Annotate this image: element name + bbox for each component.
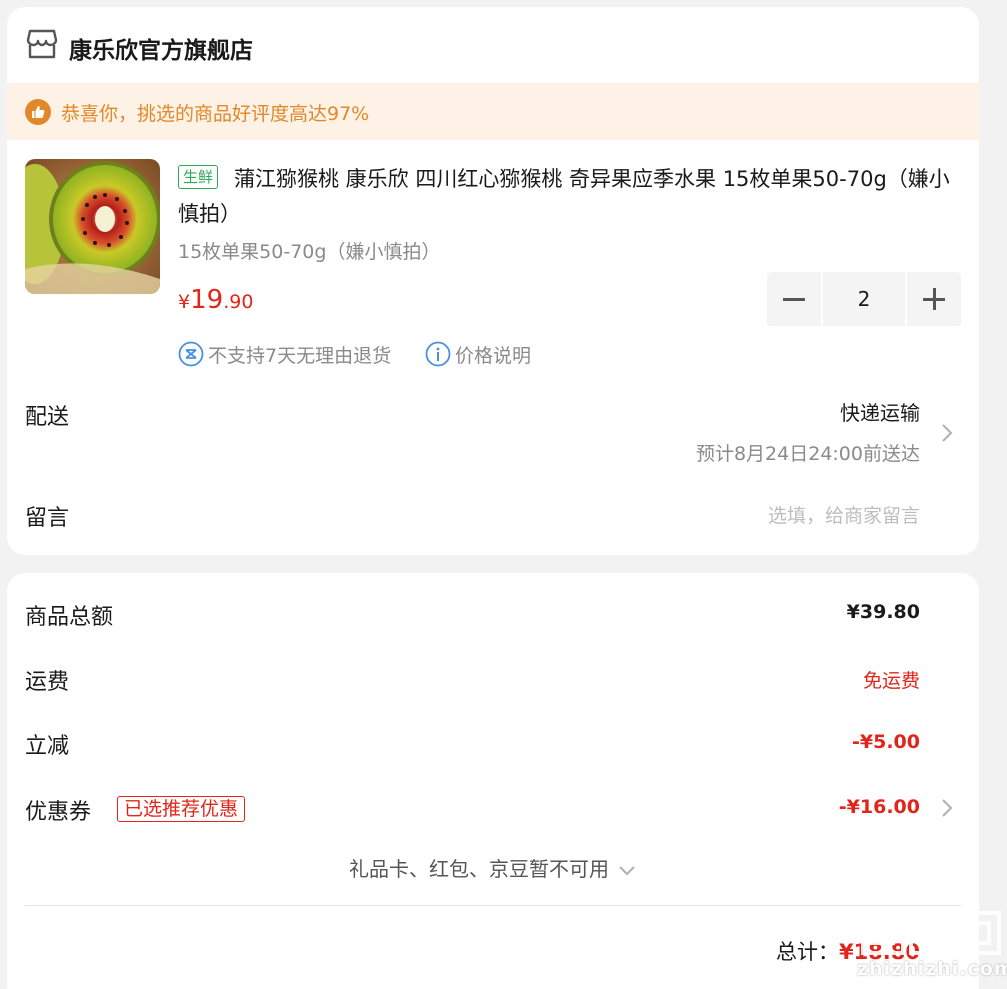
message-input[interactable]: 选填，给商家留言: [768, 501, 920, 528]
quantity-value[interactable]: 2: [823, 272, 905, 326]
minus-icon: [783, 298, 805, 301]
watermark-text: zhizhizhi.com: [857, 958, 1007, 980]
goods-total-label: 商品总额: [25, 605, 114, 630]
order-summary-card: 商品总额 ¥39.80 运费 免运费 立减 -¥5.00 优惠券 已选推荐优惠 …: [7, 573, 979, 989]
goods-total-value: ¥39.80: [846, 601, 920, 623]
discount-label: 立减: [25, 734, 70, 759]
delivery-method: 快递运输: [840, 401, 920, 425]
gift-note-toggle[interactable]: 礼品卡、红包、京豆暂不可用: [7, 853, 979, 882]
message-label: 留言: [25, 506, 70, 531]
delivery-eta: 预计8月24日24:00前送达: [695, 443, 920, 465]
coupon-value: -¥16.00: [838, 796, 920, 818]
price-info-text: 价格说明: [455, 345, 532, 367]
shop-icon: [26, 29, 58, 59]
shipping-value: 免运费: [862, 670, 920, 692]
no-return-policy: 不支持7天无理由退货: [178, 340, 428, 368]
info-icon: [425, 341, 451, 367]
delivery-label: 配送: [25, 405, 70, 430]
total-label: 总计：: [775, 940, 839, 964]
discount-value: -¥5.00: [852, 731, 920, 753]
price-info-link[interactable]: 价格说明: [425, 340, 555, 368]
product-price: ¥19.90: [178, 285, 253, 315]
shop-name[interactable]: 康乐欣官方旗舰店: [69, 31, 253, 65]
rating-banner: 恭喜你，挑选的商品好评度高达97%: [7, 83, 979, 140]
thumb-up-icon: [25, 99, 51, 125]
quantity-stepper: 2: [767, 272, 961, 326]
coupon-label: 优惠券: [25, 800, 92, 825]
kiwi-product-image[interactable]: [25, 159, 160, 294]
order-item-card: 康乐欣官方旗舰店 恭喜你，挑选的商品好评度高达97% 生鲜 蒲江猕猴桃 康乐欣 …: [7, 7, 979, 555]
chevron-right-icon: [942, 424, 953, 442]
shop-header[interactable]: 康乐欣官方旗舰店: [7, 7, 979, 83]
increase-button[interactable]: [907, 272, 961, 326]
rating-banner-text: 恭喜你，挑选的商品好评度高达97%: [61, 103, 370, 125]
price-integer: 19: [190, 285, 224, 315]
no-return-icon: [178, 341, 204, 367]
decrease-button[interactable]: [767, 272, 821, 326]
product-title[interactable]: 蒲江猕猴桃 康乐欣 四川红心猕猴桃 奇异果应季水果 15枚单果50-70g（嫌小…: [178, 162, 968, 232]
gift-note-text: 礼品卡、红包、京豆暂不可用: [349, 857, 609, 881]
price-currency: ¥: [178, 291, 191, 313]
price-decimal: .90: [223, 291, 254, 313]
chevron-right-icon: [942, 799, 953, 817]
coupon-badge: 已选推荐优惠: [117, 796, 246, 822]
product-spec: 15枚单果50-70g（嫌小慎拍）: [178, 241, 441, 263]
shipping-label: 运费: [25, 670, 70, 695]
chevron-down-icon: [619, 865, 635, 875]
divider: [25, 905, 961, 906]
no-return-text: 不支持7天无理由退货: [208, 345, 392, 367]
